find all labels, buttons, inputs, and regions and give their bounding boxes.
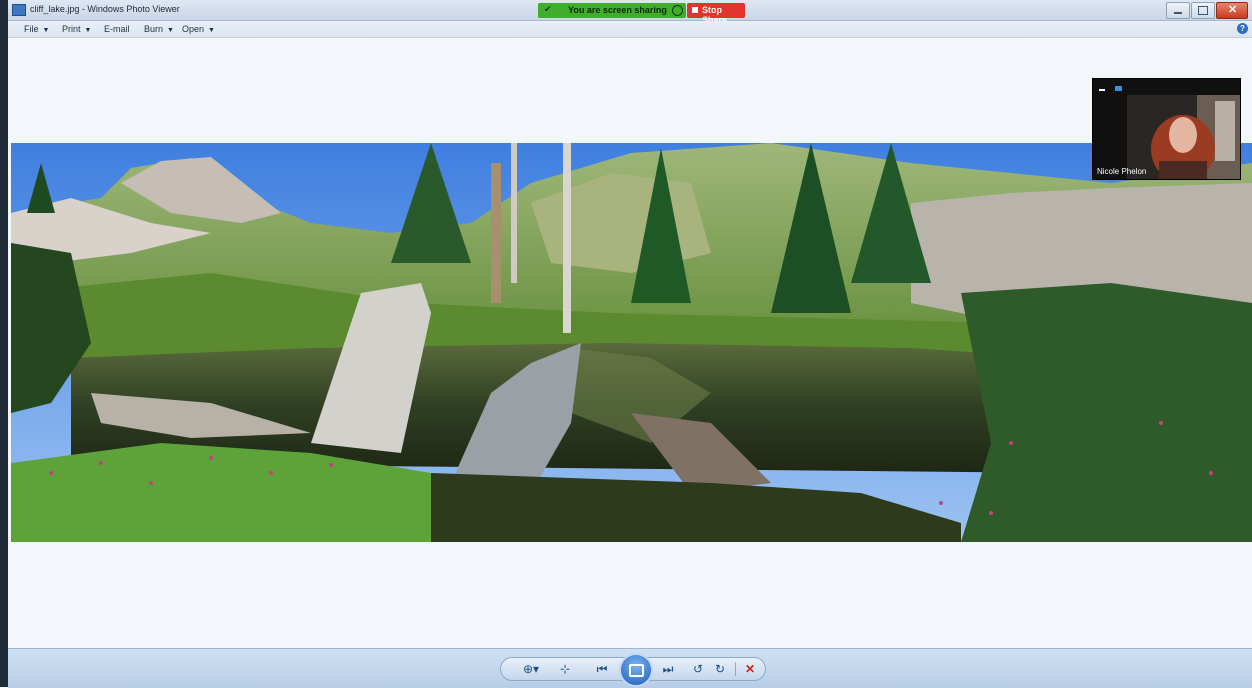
rotate-ccw-icon[interactable]: ↺ <box>689 660 707 678</box>
close-button[interactable]: ✕ <box>1216 2 1248 19</box>
actual-size-icon[interactable]: ⊹ <box>555 660 575 678</box>
toolbar-controls: ⊕▾ ⊹ ⏮ ⏭ ↺ ↻ ✕ <box>500 653 766 687</box>
maximize-icon <box>1198 6 1208 15</box>
viewer-toolbar: ⊕▾ ⊹ ⏮ ⏭ ↺ ↻ ✕ <box>8 648 1252 688</box>
chevron-down-icon: ▼ <box>42 27 50 34</box>
menu-file[interactable]: File ▼ <box>24 24 49 34</box>
microphone-icon: ✔ <box>544 4 552 14</box>
title-bar: cliff_lake.jpg - Windows Photo Viewer ✔ … <box>0 0 1252 25</box>
window-title: cliff_lake.jpg - Windows Photo Viewer <box>30 4 180 14</box>
window-controls: ✕ <box>1165 2 1248 19</box>
rotate-cw-icon[interactable]: ↻ <box>711 660 729 678</box>
toolbar-separator <box>735 662 736 676</box>
stop-share-button[interactable]: Stop Share <box>687 3 745 25</box>
close-icon: ✕ <box>1228 4 1238 16</box>
chevron-down-icon: ▼ <box>84 27 92 34</box>
expand-video-icon[interactable] <box>1115 86 1122 91</box>
chevron-down-icon: ▼ <box>167 27 174 34</box>
menu-open-label: Open <box>182 24 205 34</box>
menu-burn[interactable]: Burn ▼ <box>144 24 174 34</box>
photo-viewer-icon <box>12 4 26 16</box>
screen-sharing-text: You are screen sharing <box>568 5 667 15</box>
participant-name: Nicole Phelon <box>1097 167 1147 176</box>
stop-icon <box>692 7 698 13</box>
chevron-down-icon: ▼ <box>208 27 215 34</box>
menu-print-label: Print <box>62 24 81 34</box>
screen-sharing-indicator[interactable]: ✔ You are screen sharing <box>538 3 686 18</box>
menu-email-label: E-mail <box>104 24 130 34</box>
participant-video-tile[interactable]: Nicole Phelon <box>1092 78 1241 180</box>
delete-icon[interactable]: ✕ <box>741 660 759 678</box>
shield-icon <box>672 5 683 16</box>
help-icon[interactable]: ? <box>1237 23 1248 34</box>
next-icon[interactable]: ⏭ <box>655 660 681 678</box>
minimize-video-icon[interactable] <box>1099 89 1105 91</box>
menu-open[interactable]: Open ▼ <box>182 24 215 34</box>
desktop-edge <box>0 0 8 687</box>
minimize-button[interactable] <box>1166 2 1190 19</box>
menu-bar: File ▼ Print ▼ E-mail Burn ▼ Open ▼ ? <box>8 21 1252 38</box>
menu-burn-label: Burn <box>144 24 164 34</box>
minimize-icon <box>1174 12 1182 14</box>
previous-icon[interactable]: ⏮ <box>589 660 615 678</box>
slideshow-icon <box>629 664 644 677</box>
menu-print[interactable]: Print ▼ <box>62 24 91 34</box>
slideshow-button[interactable] <box>619 653 653 687</box>
magnifier-icon[interactable]: ⊕▾ <box>519 660 543 678</box>
menu-file-label: File <box>24 24 39 34</box>
menu-email[interactable]: E-mail <box>104 24 130 34</box>
maximize-button[interactable] <box>1191 2 1215 19</box>
lake-photo <box>11 143 1252 542</box>
